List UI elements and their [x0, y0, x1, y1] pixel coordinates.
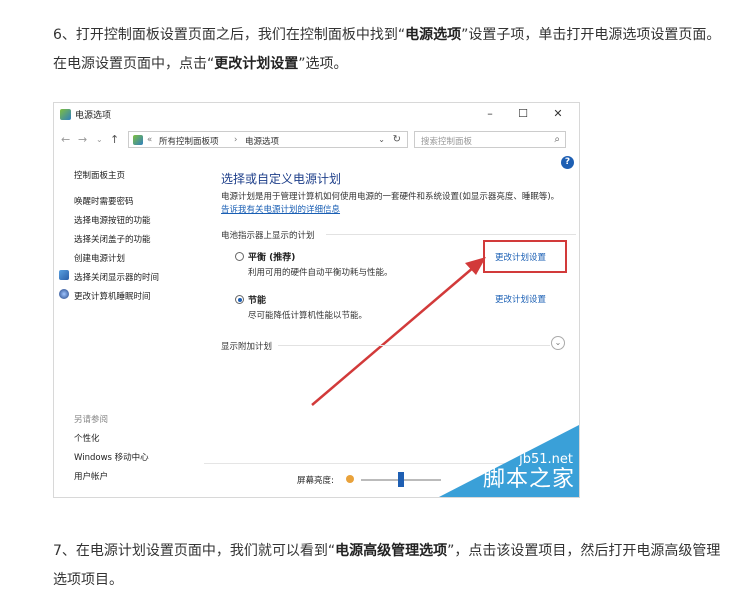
- step-7-text-1: 7、在电源计划设置页面中，我们就可以看到“: [53, 543, 336, 559]
- step-6-paragraph: 6、打开控制面板设置页面之后，我们在控制面板中找到“电源选项”设置子项，单击打开…: [53, 21, 733, 79]
- step-7-paragraph: 7、在电源计划设置页面中，我们就可以看到“电源高级管理选项”，点击该设置项目，然…: [53, 537, 733, 595]
- see-also-user-accounts[interactable]: 用户帐户: [74, 470, 108, 482]
- see-also-personalize[interactable]: 个性化: [74, 432, 100, 444]
- brightness-slider-thumb[interactable]: [398, 472, 404, 487]
- step-6-bold-change-plan: 更改计划设置: [214, 56, 299, 72]
- watermark: jb51.net 脚本之家: [439, 425, 579, 497]
- step-6-bold-power-options: 电源选项: [405, 27, 462, 43]
- more-plans-divider: [278, 345, 550, 346]
- sun-icon: [346, 475, 354, 483]
- power-options-screenshot: 电源选项 – ☐ ✕ ← → ⌄ ↑ « 所有控制面板项 › 电源选项 ⌄ ↻ …: [53, 102, 580, 498]
- more-plans-label[interactable]: 显示附加计划: [221, 340, 272, 352]
- arrow-shaft: [311, 266, 475, 406]
- brightness-label: 屏幕亮度:: [297, 476, 334, 486]
- step-7-bold-advanced: 电源高级管理选项: [335, 543, 448, 559]
- step-6-text-3: ”选项。: [298, 56, 348, 72]
- step-6-text-1: 6、打开控制面板设置页面之后，我们在控制面板中找到“: [53, 27, 406, 43]
- expand-chevron-icon[interactable]: ⌄: [551, 336, 565, 350]
- see-also-title: 另请参阅: [74, 415, 109, 425]
- watermark-name: 脚本之家: [482, 467, 575, 492]
- see-also-mobility-center[interactable]: Windows 移动中心: [74, 451, 149, 463]
